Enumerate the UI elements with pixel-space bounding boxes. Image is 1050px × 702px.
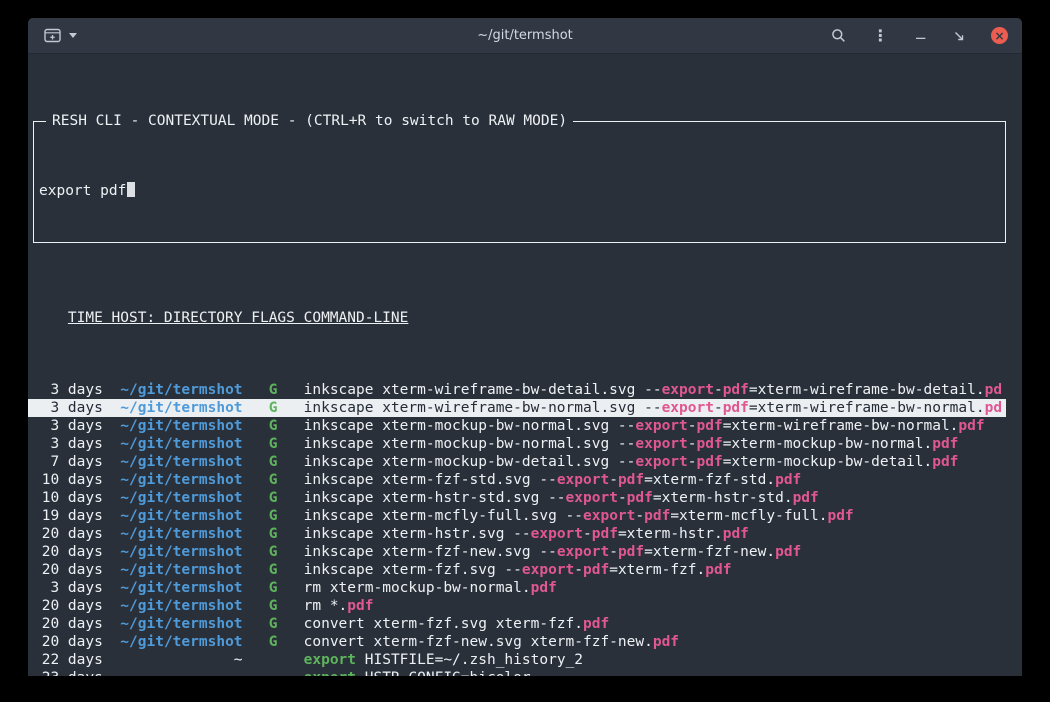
table-header: TIME HOST: DIRECTORY FLAGS COMMAND-LINE bbox=[33, 309, 1006, 327]
history-list: 3 days ~/git/termshot G inkscape xterm-w… bbox=[33, 381, 1006, 676]
history-row[interactable]: 3 days ~/git/termshot G inkscape xterm-m… bbox=[28, 417, 1006, 435]
restore-window-button[interactable] bbox=[953, 30, 965, 42]
new-terminal-button[interactable] bbox=[44, 28, 61, 43]
table-header-text: TIME HOST: DIRECTORY FLAGS COMMAND-LINE bbox=[68, 310, 408, 326]
text-cursor bbox=[127, 182, 135, 197]
query-box-title: RESH CLI - CONTEXTUAL MODE - (CTRL+R to … bbox=[46, 112, 573, 130]
history-row[interactable]: 19 days ~/git/termshot G inkscape xterm-… bbox=[28, 507, 1006, 525]
terminal-window: ~/git/termshot ⋮ − × RESH CLI bbox=[28, 18, 1022, 676]
history-row[interactable]: 3 days ~/git/termshot G inkscape xterm-w… bbox=[28, 381, 1006, 399]
search-input[interactable]: export pdf bbox=[39, 182, 1000, 200]
history-row[interactable]: 10 days ~/git/termshot G inkscape xterm-… bbox=[28, 489, 1006, 507]
query-text: export pdf bbox=[39, 183, 126, 199]
history-row-selected[interactable]: 3 days ~/git/termshot G inkscape xterm-w… bbox=[28, 399, 1006, 417]
history-row[interactable]: 22 days ~ export HISTFILE=~/.zsh_history… bbox=[28, 651, 1006, 669]
history-row[interactable]: 20 days ~/git/termshot G inkscape xterm-… bbox=[28, 525, 1006, 543]
menu-caret-icon[interactable] bbox=[69, 33, 77, 38]
titlebar[interactable]: ~/git/termshot ⋮ − × bbox=[28, 18, 1022, 54]
kebab-menu-icon[interactable]: ⋮ bbox=[872, 28, 888, 44]
history-row[interactable]: 3 days ~/git/termshot G inkscape xterm-m… bbox=[28, 435, 1006, 453]
history-row[interactable]: 20 days ~/git/termshot G rm *.pdf bbox=[28, 597, 1006, 615]
history-row[interactable]: 23 days ~ export HSTR_CONFIG=hicolor bbox=[28, 669, 1006, 676]
history-row[interactable]: 20 days ~/git/termshot G inkscape xterm-… bbox=[28, 543, 1006, 561]
search-button[interactable] bbox=[831, 28, 846, 43]
query-box: RESH CLI - CONTEXTUAL MODE - (CTRL+R to … bbox=[33, 121, 1006, 243]
history-row[interactable]: 20 days ~/git/termshot G convert xterm-f… bbox=[28, 615, 1006, 633]
history-row[interactable]: 3 days ~/git/termshot G rm xterm-mockup-… bbox=[28, 579, 1006, 597]
close-button[interactable]: × bbox=[991, 27, 1008, 44]
history-row[interactable]: 10 days ~/git/termshot G inkscape xterm-… bbox=[28, 471, 1006, 489]
restore-window-icon bbox=[953, 30, 965, 42]
history-row[interactable]: 20 days ~/git/termshot G inkscape xterm-… bbox=[28, 561, 1006, 579]
history-row[interactable]: 20 days ~/git/termshot G convert xterm-f… bbox=[28, 633, 1006, 651]
close-icon: × bbox=[994, 30, 1004, 42]
minimize-button[interactable]: − bbox=[914, 25, 927, 46]
history-row[interactable]: 7 days ~/git/termshot G inkscape xterm-m… bbox=[28, 453, 1006, 471]
new-terminal-icon bbox=[44, 28, 61, 43]
search-icon bbox=[831, 28, 846, 43]
terminal-content: RESH CLI - CONTEXTUAL MODE - (CTRL+R to … bbox=[28, 54, 1022, 676]
